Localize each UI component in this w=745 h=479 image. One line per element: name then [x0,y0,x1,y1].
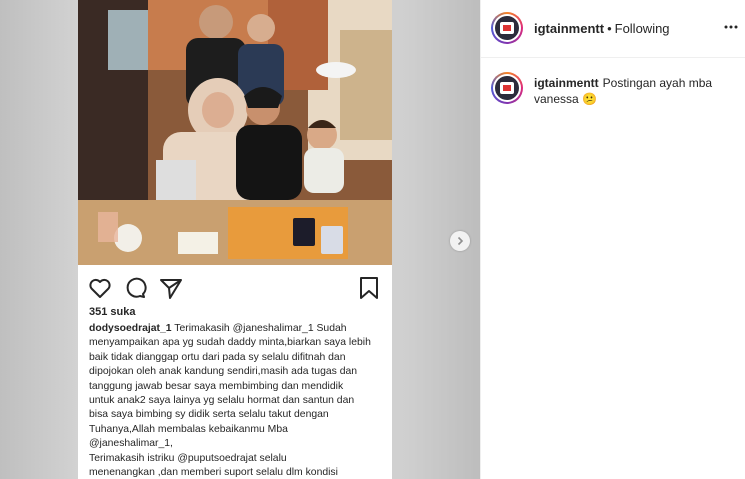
more-options-icon[interactable] [724,20,738,34]
next-media-button[interactable] [450,231,470,251]
share-icon[interactable] [158,275,184,301]
header-user-line: igtainmentt • Following [534,21,670,36]
bookmark-icon[interactable] [356,275,382,301]
embedded-post-screenshot: 351 suka dodysoedrajat_1 Terimakasih @ja… [78,0,392,479]
post-media-area: 351 suka dodysoedrajat_1 Terimakasih @ja… [0,0,480,479]
caption-username[interactable]: dodysoedrajat_1 [89,323,172,334]
avatar[interactable] [491,12,523,44]
family-photo-image [78,0,392,265]
heart-icon[interactable] [87,275,113,301]
comment-username[interactable]: igtainmentt [534,76,599,90]
caption-text: Terimakasih @janeshalimar_1 Sudah menyam… [89,323,371,479]
header-username[interactable]: igtainmentt [534,21,604,36]
post-side-panel: igtainmentt • Following igtainmentt Posting… [480,0,745,479]
comment-body: igtainmentt Postingan ayah mba vanessa 😕 [534,76,730,107]
likes-count[interactable]: 351 suka [89,306,135,318]
confused-emoji: 😕 [582,91,597,106]
account-logo-icon [500,22,514,34]
post-action-bar [78,270,392,304]
header-separator: • [607,21,612,36]
post-photo [78,0,392,265]
comment-avatar[interactable] [491,72,523,104]
chevron-right-icon [457,236,464,246]
follow-status-button[interactable]: Following [615,21,670,36]
post-caption: dodysoedrajat_1 Terimakasih @janeshalima… [89,322,385,479]
account-logo-icon [500,82,514,94]
comment-icon[interactable] [122,275,148,301]
post-header: igtainmentt • Following [481,0,745,58]
